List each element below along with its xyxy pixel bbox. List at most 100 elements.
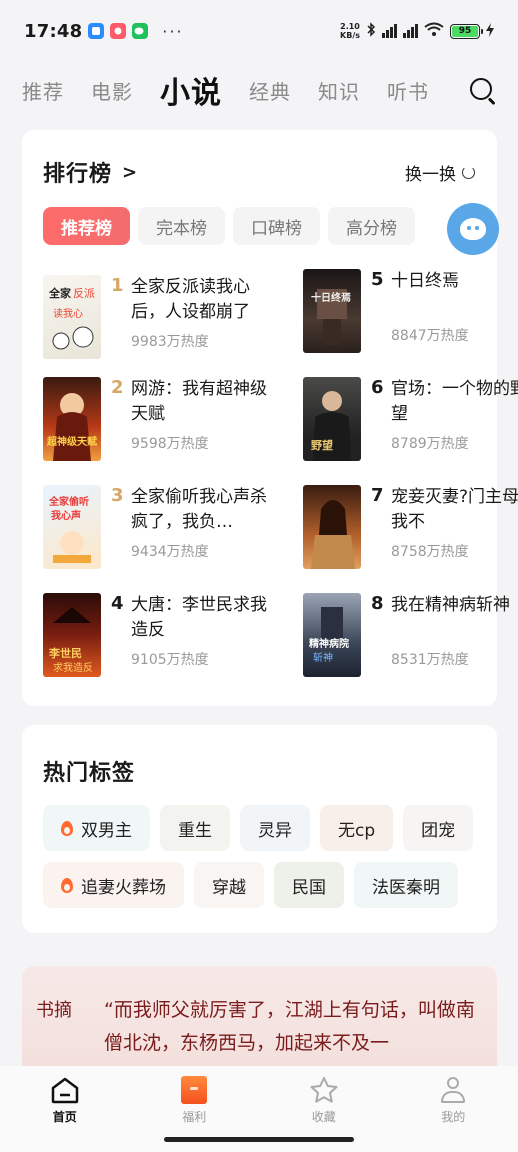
tag-chip[interactable]: 民国 xyxy=(274,862,344,908)
nav-profile[interactable]: 我的 xyxy=(389,1066,518,1152)
nav-label: 收藏 xyxy=(311,1110,336,1124)
book-title: 十日终焉 xyxy=(391,271,459,291)
tag-chip[interactable]: 追妻火葬场 xyxy=(43,862,184,908)
svg-text:李世民: 李世民 xyxy=(48,646,82,660)
ranking-title[interactable]: 排行榜 xyxy=(43,156,112,188)
book-cover xyxy=(303,485,361,569)
flame-icon xyxy=(61,877,73,893)
tab-novel[interactable]: 小说 xyxy=(160,68,222,112)
book-rank: 6 xyxy=(371,377,384,398)
top-tab-bar: 推荐 电影 小说 经典 知识 听书 xyxy=(22,66,496,114)
nav-label: 首页 xyxy=(52,1110,77,1124)
svg-text:读我心: 读我心 xyxy=(53,307,83,320)
book-heat: 8789万热度 xyxy=(391,436,469,452)
network-speed-value: 2.10 xyxy=(340,22,360,31)
tab-knowledge[interactable]: 知识 xyxy=(318,76,360,105)
home-icon xyxy=(50,1076,80,1104)
book-item[interactable]: 7 宠妾灭妻?门主母我不 8758万热度 xyxy=(303,485,518,569)
book-heat: 9105万热度 xyxy=(131,652,209,668)
refresh-button[interactable]: 换一换 xyxy=(405,160,475,185)
tag-chip[interactable]: 无cp xyxy=(320,805,394,851)
tab-recommend[interactable]: 推荐 xyxy=(22,76,64,105)
book-rank: 2 xyxy=(111,377,124,398)
book-item[interactable]: 十日终焉 5 十日终焉 8847万热度 xyxy=(303,269,518,353)
tag-label: 无cp xyxy=(338,820,376,841)
book-item[interactable]: 精神病院 斩神 8 我在精神病斩神 8531万热度 xyxy=(303,593,518,677)
book-item[interactable]: 超神级天赋 2 网游：我有超神级天赋 9598万热度 xyxy=(43,377,271,461)
ranking-filter-pills: 推荐榜 完本榜 口碑榜 高分榜 xyxy=(43,207,415,245)
book-title: 网游：我有超神级天赋 xyxy=(131,379,267,424)
book-rank: 3 xyxy=(111,485,124,506)
pill-recommend-list[interactable]: 推荐榜 xyxy=(43,207,130,245)
book-cover: 野望 xyxy=(303,377,361,461)
book-cover: 超神级天赋 xyxy=(43,377,101,461)
svg-text:反派: 反派 xyxy=(73,287,95,300)
tab-classic[interactable]: 经典 xyxy=(249,76,291,105)
more-notifications-icon: ··· xyxy=(162,21,184,41)
tag-chip[interactable]: 法医秦明 xyxy=(354,862,458,908)
book-rank: 1 xyxy=(111,275,124,296)
book-item[interactable]: 李世民 求我造反 4 大唐：李世民求我造反 9105万热度 xyxy=(43,593,271,677)
book-title: 官场：一个物的野望 xyxy=(391,379,518,424)
signal-icon xyxy=(382,24,397,38)
signal-icon-2 xyxy=(403,24,418,38)
status-time: 17:48 xyxy=(24,20,83,42)
book-item[interactable]: 全家 反派 读我心 1 全家反派读我心后，人设都崩了 9983万热度 xyxy=(43,275,271,359)
tag-chip[interactable]: 团宠 xyxy=(403,805,474,851)
tag-label: 双男主 xyxy=(81,820,132,841)
svg-text:求我造反: 求我造反 xyxy=(53,661,93,674)
tag-label: 重生 xyxy=(178,820,212,841)
search-icon[interactable] xyxy=(468,76,496,105)
book-heat: 8847万热度 xyxy=(391,328,469,344)
book-title: 宠妾灭妻?门主母我不 xyxy=(391,487,518,532)
assistant-mascot-icon[interactable] xyxy=(447,203,499,255)
tag-row: 双男主 重生 灵异 无cp 团宠 xyxy=(43,805,474,851)
svg-text:精神病院: 精神病院 xyxy=(309,637,349,650)
bluetooth-icon xyxy=(366,22,376,40)
book-cover: 十日终焉 xyxy=(303,269,361,353)
tag-row: 追妻火葬场 穿越 民国 法医秦明 xyxy=(43,862,458,908)
refresh-icon xyxy=(462,165,475,179)
svg-text:十日终焉: 十日终焉 xyxy=(311,291,351,304)
nav-home[interactable]: 首页 xyxy=(0,1066,130,1152)
book-item[interactable]: 野望 6 官场：一个物的野望 8789万热度 xyxy=(303,377,518,461)
ranking-card: 排行榜 > 换一换 推荐榜 完本榜 口碑榜 高分榜 全家 反派 读我心 1 全家反派… xyxy=(22,130,518,706)
tab-movie[interactable]: 电影 xyxy=(91,76,133,105)
svg-text:野望: 野望 xyxy=(311,438,333,452)
pill-completed-list[interactable]: 完本榜 xyxy=(138,207,225,245)
tab-audiobook[interactable]: 听书 xyxy=(387,76,429,105)
tag-label: 追妻火葬场 xyxy=(81,877,166,898)
tag-chip[interactable]: 灵异 xyxy=(240,805,310,851)
home-indicator[interactable] xyxy=(164,1137,354,1142)
book-cover: 精神病院 斩神 xyxy=(303,593,361,677)
book-item[interactable]: 全家偷听 我心声 3 全家偷听我心声杀疯了，我负… 9434万热度 xyxy=(43,485,271,569)
book-title: 全家反派读我心后，人设都崩了 xyxy=(131,277,250,322)
tag-chip[interactable]: 重生 xyxy=(160,805,230,851)
book-heat: 9434万热度 xyxy=(131,544,209,560)
app-notification-icon xyxy=(88,23,105,39)
pill-reputation-list[interactable]: 口碑榜 xyxy=(233,207,320,245)
book-heat: 8758万热度 xyxy=(391,544,469,560)
excerpt-label: 书摘 xyxy=(36,1000,72,1021)
tag-label: 灵异 xyxy=(258,820,292,841)
chevron-right-icon[interactable]: > xyxy=(122,162,137,183)
book-heat: 9983万热度 xyxy=(131,334,209,350)
book-cover: 李世民 求我造反 xyxy=(43,593,101,677)
hot-tags-title: 热门标签 xyxy=(43,761,136,786)
wifi-icon xyxy=(424,22,444,40)
hot-tags-card: 热门标签 双男主 重生 灵异 无cp 团宠 追妻火葬场 穿越 民国 法医秦明 xyxy=(22,725,497,933)
book-cover: 全家偷听 我心声 xyxy=(43,485,101,569)
tag-chip[interactable]: 穿越 xyxy=(194,862,264,908)
book-rank: 8 xyxy=(371,593,384,614)
svg-text:我心声: 我心声 xyxy=(51,509,81,522)
book-rank: 4 xyxy=(111,593,124,614)
status-bar: 17:48 ··· 2.10 KB/s 95 xyxy=(0,0,518,62)
tag-chip[interactable]: 双男主 xyxy=(43,805,150,851)
tag-label: 民国 xyxy=(292,877,326,898)
battery-level: 95 xyxy=(452,25,478,37)
pill-high-score-list[interactable]: 高分榜 xyxy=(328,207,415,245)
excerpt-text: “而我师父就厉害了，江湖上有句话，叫做南僧北沈，东杨西马，加起来不及一 xyxy=(104,999,475,1054)
book-rank: 7 xyxy=(371,485,384,506)
refresh-label: 换一换 xyxy=(405,164,456,185)
network-speed-unit: KB/s xyxy=(340,31,360,40)
